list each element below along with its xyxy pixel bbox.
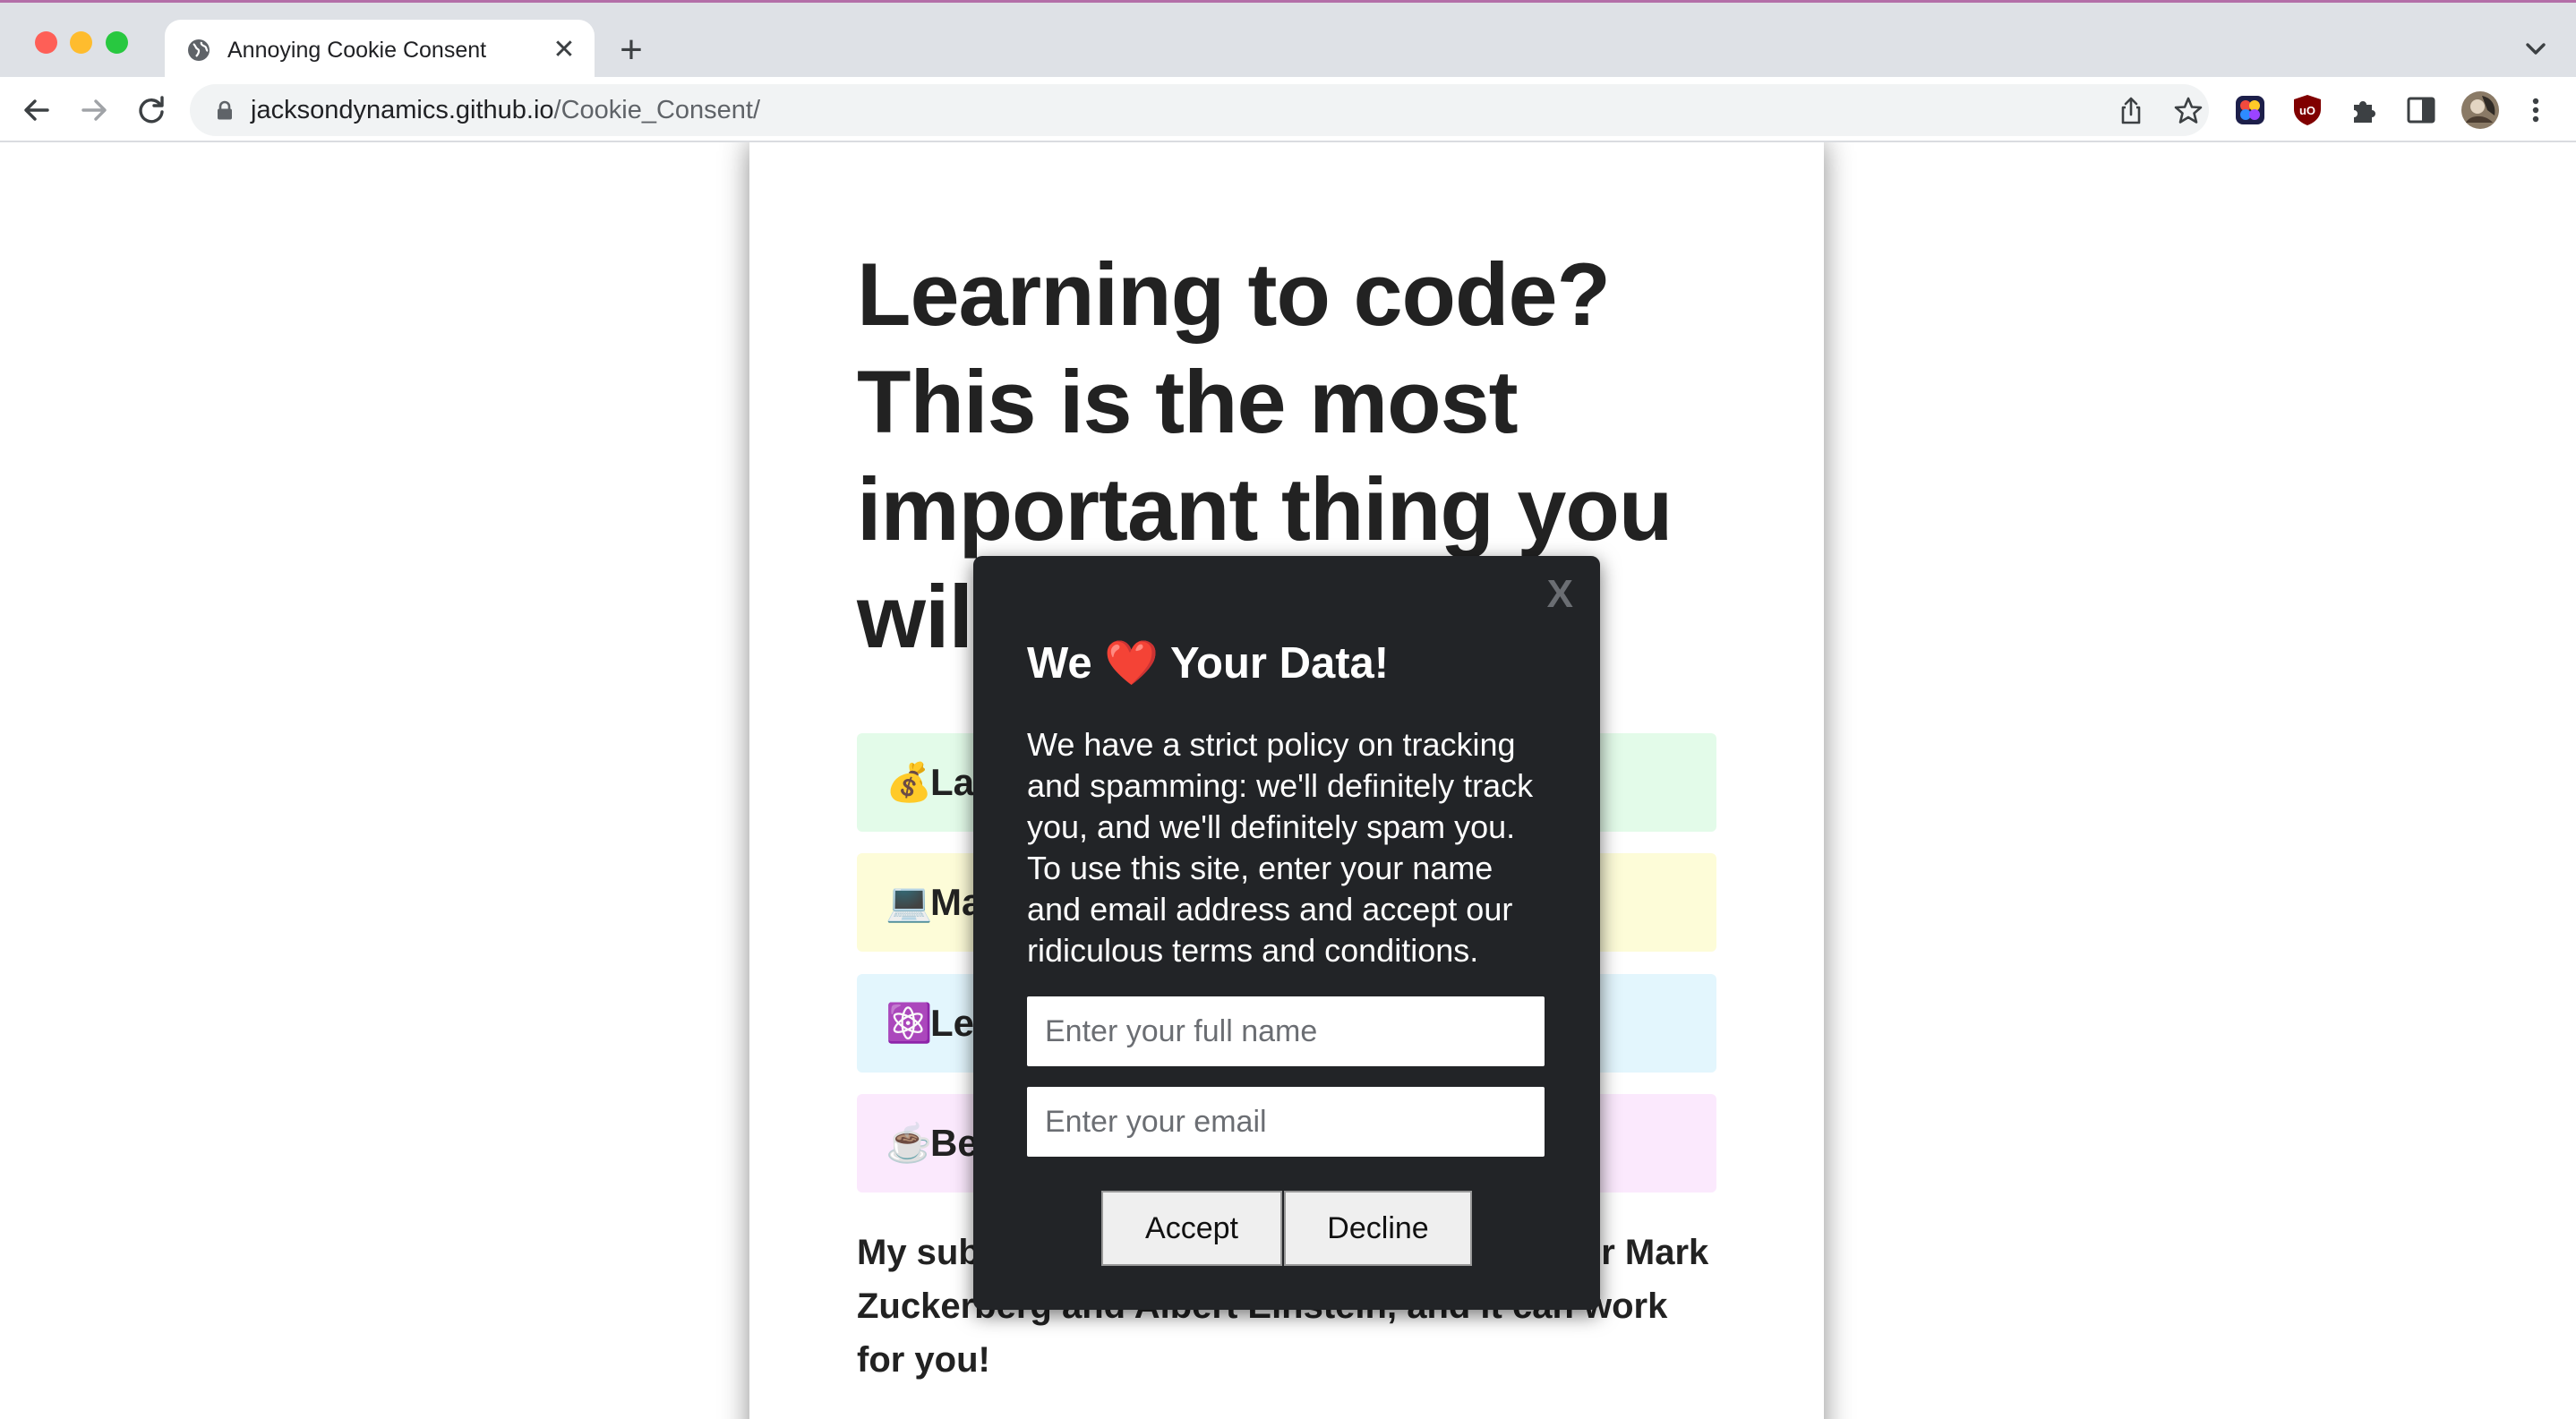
modal-body-text: We have a strict policy on tracking and … bbox=[1027, 726, 1534, 969]
lock-icon[interactable] bbox=[217, 100, 233, 120]
tab-title: Annoying Cookie Consent bbox=[227, 38, 487, 63]
modal-title-suffix: Your Data! bbox=[1170, 639, 1390, 688]
extension-icon[interactable] bbox=[2232, 92, 2268, 128]
bookmark-star-icon[interactable] bbox=[2172, 95, 2204, 127]
share-icon[interactable] bbox=[2115, 95, 2147, 127]
modal-title: We ❤️ Your Data! bbox=[1027, 637, 1389, 690]
decline-button[interactable]: Decline bbox=[1284, 1191, 1472, 1266]
tab-strip: Annoying Cookie Consent ✕ + bbox=[0, 0, 2576, 80]
tab-close-icon[interactable]: ✕ bbox=[546, 32, 582, 68]
profile-avatar[interactable] bbox=[2460, 90, 2500, 130]
kebab-menu-icon[interactable] bbox=[2518, 92, 2554, 128]
feature-label: Le bbox=[930, 1002, 975, 1044]
puzzle-icon[interactable] bbox=[2347, 92, 2383, 128]
window-close-button[interactable] bbox=[35, 31, 57, 54]
side-panel-icon[interactable] bbox=[2403, 92, 2439, 128]
modal-title-prefix: We bbox=[1027, 639, 1092, 688]
browser-tab[interactable]: Annoying Cookie Consent ✕ bbox=[165, 20, 595, 80]
back-icon[interactable] bbox=[16, 90, 57, 131]
full-name-input[interactable] bbox=[1027, 996, 1545, 1066]
heart-icon: ❤️ bbox=[1104, 639, 1160, 688]
laptop-icon: 💻 bbox=[886, 881, 933, 923]
globe-icon bbox=[188, 39, 210, 61]
url-text[interactable]: jacksondynamics.github.io/Cookie_Consent… bbox=[251, 93, 760, 127]
tab-search-chevron-icon[interactable] bbox=[2516, 30, 2555, 69]
atom-icon: ⚛️ bbox=[886, 1002, 933, 1044]
browser-toolbar: jacksondynamics.github.io/Cookie_Consent… bbox=[0, 77, 2576, 142]
coffee-icon: ☕ bbox=[886, 1122, 933, 1164]
modal-close-button[interactable]: X bbox=[1547, 572, 1573, 617]
url-host: jacksondynamics.github.io bbox=[251, 96, 554, 124]
new-tab-button[interactable]: + bbox=[611, 30, 652, 71]
feature-label: La bbox=[930, 761, 975, 803]
email-input[interactable] bbox=[1027, 1087, 1545, 1157]
money-bag-icon: 💰 bbox=[886, 761, 933, 803]
feature-label: Be bbox=[930, 1122, 979, 1164]
address-bar[interactable]: jacksondynamics.github.io/Cookie_Consent… bbox=[190, 84, 2209, 136]
window-minimize-button[interactable] bbox=[70, 31, 92, 54]
url-path: /Cookie_Consent/ bbox=[553, 96, 761, 124]
page-viewport: Learning to code? This is the most impor… bbox=[0, 142, 2576, 1419]
cookie-consent-modal: X We ❤️ Your Data! We have a strict poli… bbox=[973, 556, 1600, 1310]
ublock-icon[interactable]: uO bbox=[2289, 92, 2325, 128]
svg-text:uO: uO bbox=[2299, 104, 2315, 117]
window-maximize-button[interactable] bbox=[106, 31, 128, 54]
forward-icon[interactable] bbox=[73, 90, 115, 131]
accept-button[interactable]: Accept bbox=[1101, 1191, 1282, 1266]
reload-icon[interactable] bbox=[131, 90, 172, 131]
